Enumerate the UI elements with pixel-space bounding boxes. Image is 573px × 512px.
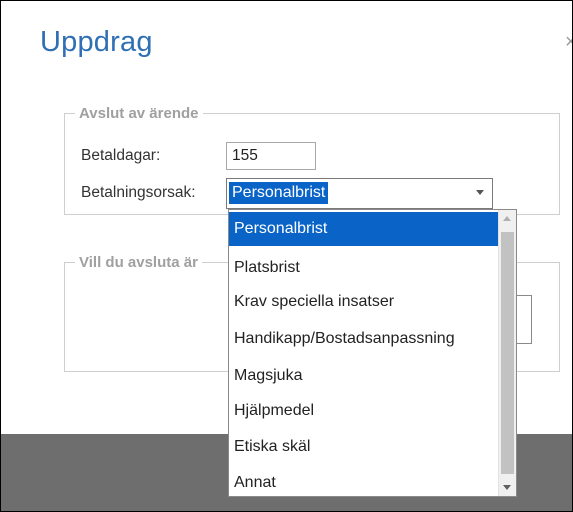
section-confirm-legend: Vill du avsluta är bbox=[79, 254, 198, 271]
dialog-title: Uppdrag bbox=[40, 26, 153, 58]
paid-days-label: Betaldagar: bbox=[81, 147, 161, 164]
dropdown-option[interactable]: Handikapp/Bostadsanpassning bbox=[229, 322, 498, 356]
dropdown-option[interactable]: Magsjuka bbox=[229, 359, 498, 393]
payment-reason-dropdown-list: Personalbrist Platsbrist Krav speciella … bbox=[228, 209, 517, 497]
screen-frame: Uppdrag × Avslut av ärende Betaldagar: 1… bbox=[0, 0, 573, 512]
dropdown-option[interactable]: Platsbrist bbox=[229, 251, 498, 285]
payment-reason-label: Betalningsorsak: bbox=[81, 184, 196, 201]
dropdown-option[interactable]: Etiska skäl bbox=[229, 430, 498, 464]
scrollbar-thumb[interactable] bbox=[501, 232, 514, 474]
payment-reason-select[interactable]: Personalbrist bbox=[226, 178, 493, 209]
dropdown-option[interactable]: Hjälpmedel bbox=[229, 394, 498, 428]
close-icon[interactable]: × bbox=[565, 31, 572, 54]
chevron-down-icon[interactable] bbox=[476, 190, 484, 195]
scroll-down-arrow-icon[interactable] bbox=[503, 485, 511, 490]
section-finish-legend: Avslut av ärende bbox=[79, 105, 199, 122]
dropdown-option[interactable]: Krav speciella insatser bbox=[229, 285, 498, 319]
dropdown-scrollbar[interactable] bbox=[498, 210, 516, 496]
scroll-up-arrow-icon[interactable] bbox=[503, 216, 511, 221]
paid-days-input[interactable]: 155 bbox=[226, 142, 316, 170]
payment-reason-selected-value: Personalbrist bbox=[229, 182, 329, 204]
dropdown-option[interactable]: Annat bbox=[229, 466, 498, 500]
dropdown-option[interactable]: Personalbrist bbox=[229, 212, 498, 246]
